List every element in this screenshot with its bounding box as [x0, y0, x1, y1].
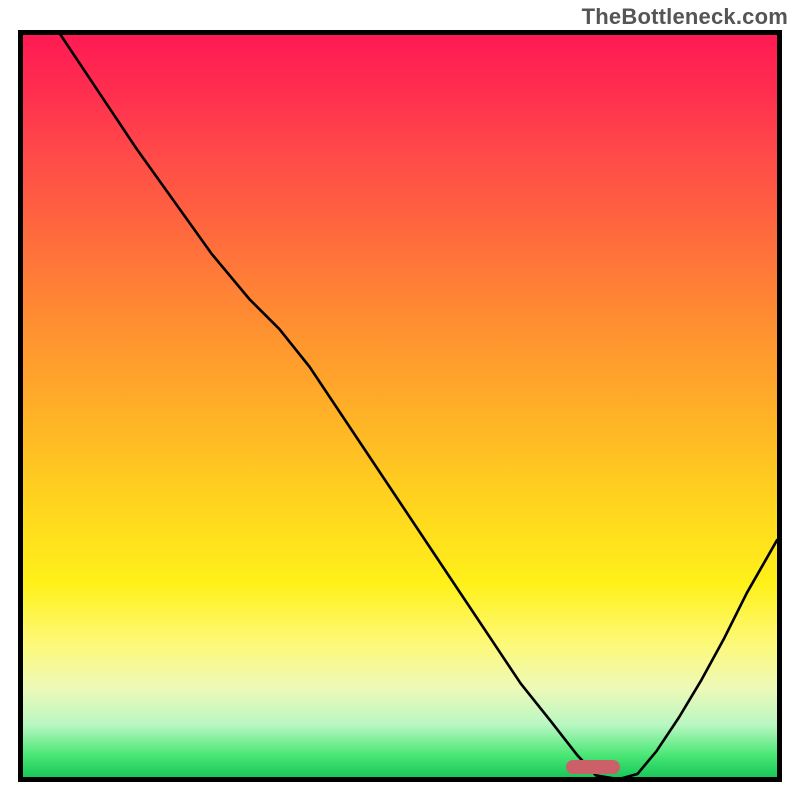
watermark-label: TheBottleneck.com — [582, 4, 788, 30]
chart-container: TheBottleneck.com — [0, 0, 800, 800]
plot-frame — [18, 30, 782, 782]
optimal-marker-pill — [566, 760, 620, 774]
bottleneck-curve — [23, 35, 777, 782]
